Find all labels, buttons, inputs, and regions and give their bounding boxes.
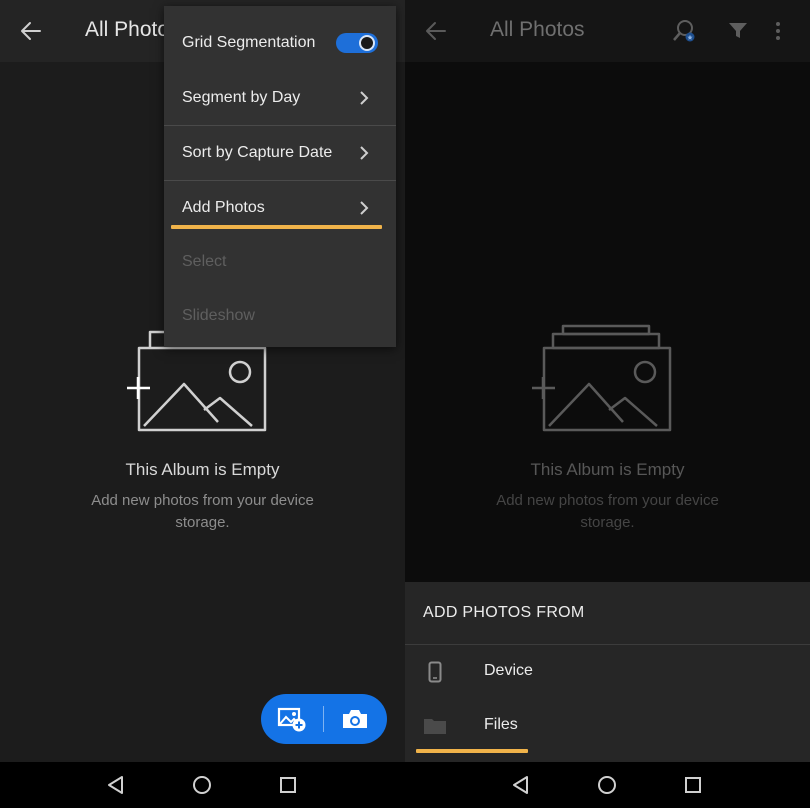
fab-group xyxy=(261,694,387,744)
chevron-right-icon xyxy=(360,91,369,105)
nav-home-circle-icon xyxy=(193,776,211,794)
back-button[interactable] xyxy=(16,16,46,46)
nav-recents-button[interactable] xyxy=(276,773,300,797)
empty-state-subtitle: Add new photos from your device storage. xyxy=(91,492,314,531)
more-vertical-icon xyxy=(776,22,780,40)
nav-back-triangle-icon xyxy=(513,776,528,794)
menu-item-label: Add Photos xyxy=(182,199,265,216)
page-title: All Photos xyxy=(490,18,585,41)
nav-back-button[interactable] xyxy=(509,773,533,797)
back-button[interactable] xyxy=(421,16,451,46)
nav-back-triangle-icon xyxy=(108,776,123,794)
people-search-icon xyxy=(673,20,695,42)
menu-item-slideshow: Slideshow xyxy=(164,289,396,343)
nav-home-button[interactable] xyxy=(190,773,214,797)
empty-state-subtitle: Add new photos from your device storage. xyxy=(496,492,719,531)
overflow-menu: Grid Segmentation Segment by Day Sort by… xyxy=(164,6,396,347)
camera-icon xyxy=(343,710,367,728)
arrow-left-icon xyxy=(426,22,446,40)
system-nav-bar xyxy=(0,762,810,808)
sheet-item-label: Files xyxy=(484,716,518,733)
filter-icon xyxy=(729,23,747,38)
highlight-underline xyxy=(171,225,382,229)
chevron-right-icon xyxy=(360,201,369,215)
add-photo-album-icon xyxy=(532,324,672,432)
add-photos-bottom-sheet: ADD PHOTOS FROM Device Files xyxy=(405,582,810,762)
camera-button[interactable] xyxy=(324,694,386,744)
menu-item-label: Segment by Day xyxy=(182,89,301,106)
more-options-button[interactable] xyxy=(763,16,793,46)
arrow-left-icon xyxy=(21,22,41,40)
highlight-underline xyxy=(416,749,528,753)
menu-item-select: Select xyxy=(164,235,396,289)
nav-recents-button[interactable] xyxy=(681,773,705,797)
grid-segmentation-toggle[interactable] xyxy=(336,33,378,53)
menu-item-label: Slideshow xyxy=(182,307,255,324)
people-search-button[interactable] xyxy=(669,16,699,46)
menu-item-label: Sort by Capture Date xyxy=(182,144,333,161)
nav-recents-square-icon xyxy=(280,777,296,793)
nav-home-button[interactable] xyxy=(595,773,619,797)
empty-state-title: This Album is Empty xyxy=(530,460,685,479)
sheet-item-files[interactable]: Files xyxy=(405,699,810,753)
empty-state-title: This Album is Empty xyxy=(125,460,280,479)
nav-recents-square-icon xyxy=(685,777,701,793)
add-photo-icon xyxy=(277,707,306,732)
add-photo-button[interactable] xyxy=(261,694,323,744)
nav-back-button[interactable] xyxy=(104,773,128,797)
left-screen: All Photos This Album is Empty Add new p… xyxy=(0,0,405,762)
menu-item-label: Grid Segmentation xyxy=(182,34,316,51)
menu-item-sort-by-capture-date[interactable]: Sort by Capture Date xyxy=(164,126,396,180)
phone-icon xyxy=(423,660,447,684)
nav-home-circle-icon xyxy=(598,776,616,794)
menu-item-segment-by-day[interactable]: Segment by Day xyxy=(164,71,396,125)
sheet-item-label: Device xyxy=(484,662,533,679)
app-bar: All Photos xyxy=(405,0,810,62)
filter-button[interactable] xyxy=(723,16,753,46)
toggle-knob xyxy=(359,35,375,51)
right-screen: All Photos This Album is Empty Add new p… xyxy=(405,0,810,762)
sheet-item-device[interactable]: Device xyxy=(405,645,810,699)
sheet-title: ADD PHOTOS FROM xyxy=(423,604,585,621)
folder-icon xyxy=(423,714,447,738)
chevron-right-icon xyxy=(360,146,369,160)
menu-item-label: Select xyxy=(182,253,227,270)
